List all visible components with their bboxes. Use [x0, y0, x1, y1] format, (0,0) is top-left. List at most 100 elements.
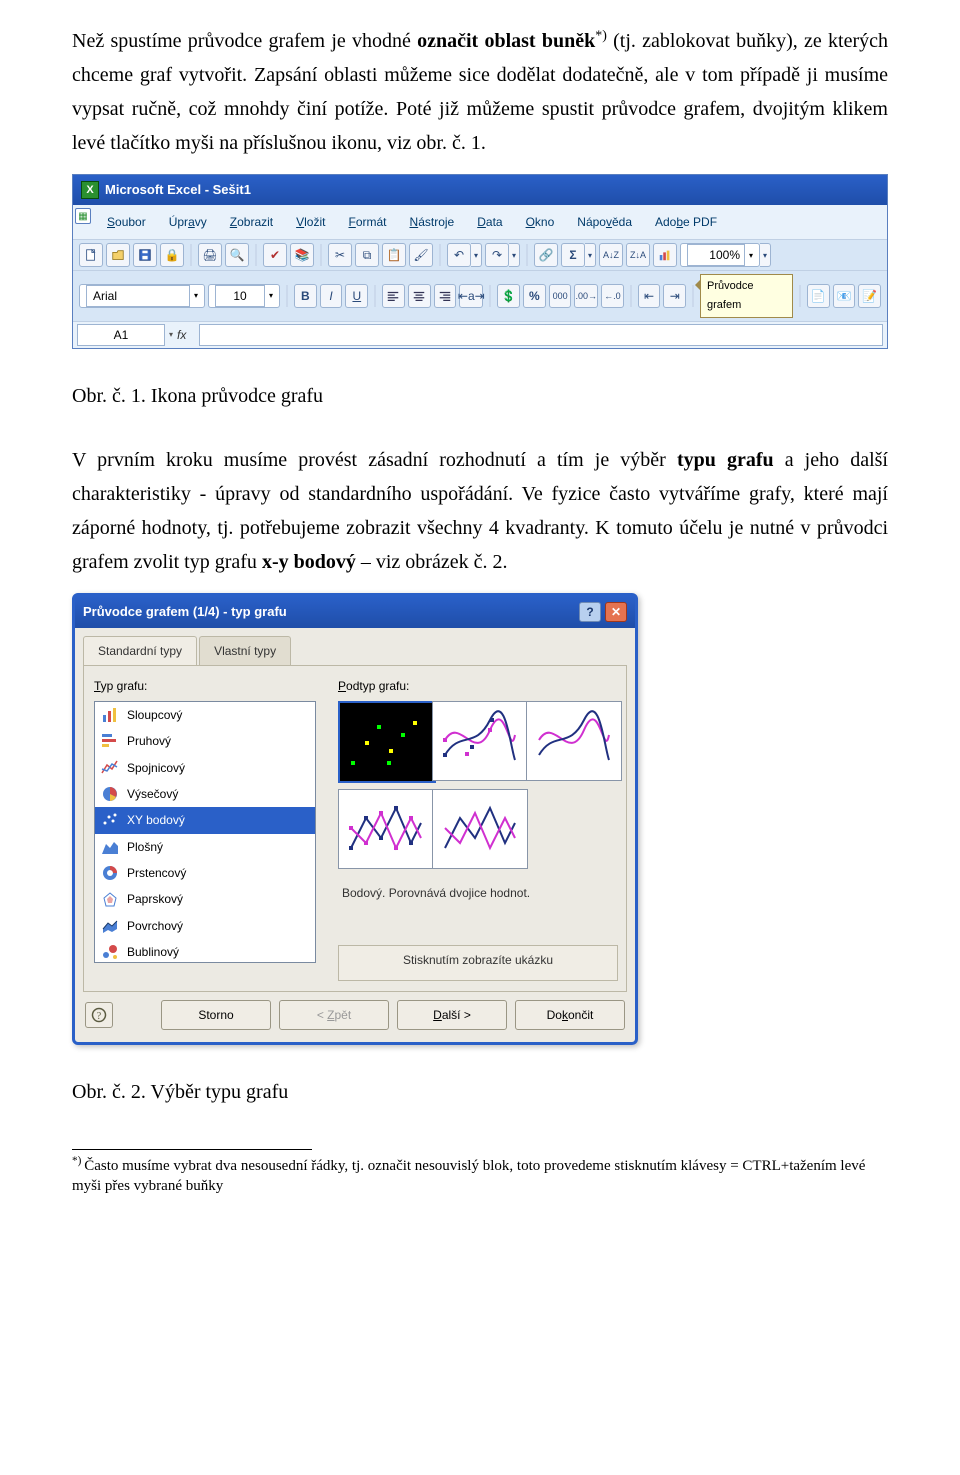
pdf-email-icon[interactable]: 📧 [833, 284, 856, 308]
research-icon[interactable]: 📚 [290, 243, 314, 267]
sort-desc-icon[interactable]: Z↓A [626, 243, 650, 267]
copy-icon[interactable]: ⧉ [355, 243, 379, 267]
type-bublinovy[interactable]: Bublinový [95, 939, 315, 962]
merge-center-icon[interactable]: ⇤a⇥ [459, 284, 483, 308]
sort-asc-icon[interactable]: A↓Z [599, 243, 623, 267]
separator [374, 285, 376, 307]
titlebar-help-button[interactable]: ? [579, 602, 601, 622]
undo-dropdown[interactable]: ▾ [471, 243, 482, 267]
print-icon[interactable]: 🖨 [198, 243, 222, 267]
zoom-value: 100% [687, 244, 745, 266]
type-label: Pruhový [127, 731, 171, 751]
name-box[interactable]: A1 [77, 324, 165, 346]
type-label: Plošný [127, 837, 163, 857]
menu-okno[interactable]: Okno [515, 208, 566, 236]
menu-upravy[interactable]: Úpravy [158, 208, 218, 236]
subtype-scatter-lines[interactable] [432, 789, 528, 869]
help-button[interactable]: ? [85, 1002, 113, 1028]
dialog-title: Průvodce grafem (1/4) - typ grafu [83, 601, 287, 623]
paste-icon[interactable]: 📋 [382, 243, 406, 267]
doughnut-icon [101, 864, 119, 882]
close-button[interactable]: ✕ [605, 602, 627, 622]
cut-icon[interactable]: ✂ [328, 243, 352, 267]
formula-input[interactable] [199, 324, 883, 346]
menu-nastroje[interactable]: Nástroje [399, 208, 466, 236]
next-button[interactable]: Další > [397, 1000, 507, 1030]
menu-vlozit[interactable]: Vložit [285, 208, 336, 236]
spelling-icon[interactable]: ✔ [263, 243, 287, 267]
surface-icon [101, 917, 119, 935]
footnote: *) Často musíme vybrat dva nesousední řá… [72, 1154, 888, 1197]
font-size-box[interactable]: 10▾ [208, 284, 280, 308]
print-preview-icon[interactable]: 🔍 [225, 243, 249, 267]
menu-napoveda[interactable]: Nápověda [566, 208, 643, 236]
type-prstencovy[interactable]: Prstencový [95, 860, 315, 886]
separator [255, 244, 257, 266]
tab-custom-types[interactable]: Vlastní typy [199, 636, 291, 665]
type-spojnicovy[interactable]: Spojnicový [95, 755, 315, 781]
menu-adobe-pdf[interactable]: Adobe PDF [644, 208, 728, 236]
permissions-icon[interactable]: 🔒 [160, 243, 184, 267]
type-label: Prstencový [127, 863, 186, 883]
comma-icon[interactable]: 000 [549, 284, 572, 308]
type-povrchovy[interactable]: Povrchový [95, 913, 315, 939]
font-box[interactable]: Arial▾ [79, 284, 205, 308]
menu-soubor[interactable]: Soubor [96, 208, 157, 236]
finish-button[interactable]: Dokončit [515, 1000, 625, 1030]
align-center-icon[interactable] [408, 284, 431, 308]
control-menu-icon[interactable]: ▦ [75, 208, 91, 224]
bold-icon[interactable]: B [294, 284, 317, 308]
new-icon[interactable] [79, 243, 103, 267]
subtype-scatter-markers[interactable] [338, 701, 436, 783]
save-icon[interactable] [133, 243, 157, 267]
fx-icon[interactable]: fx [177, 325, 195, 345]
pdf-convert-icon[interactable]: 📄 [807, 284, 830, 308]
toolbar-options[interactable]: ▾ [760, 243, 771, 267]
format-painter-icon[interactable]: 🖌 [409, 243, 433, 267]
redo-icon[interactable]: ↷ [485, 243, 509, 267]
type-plosny[interactable]: Plošný [95, 834, 315, 860]
type-sloupcovy[interactable]: Sloupcový [95, 702, 315, 728]
text: Než spustíme průvodce grafem je vhodné [72, 30, 417, 52]
undo-icon[interactable]: ↶ [447, 243, 471, 267]
align-left-icon[interactable] [382, 284, 405, 308]
menu-data[interactable]: Data [466, 208, 513, 236]
bold-text: x-y bodový [262, 551, 356, 573]
decrease-decimal-icon[interactable]: ←.0 [601, 284, 624, 308]
underline-icon[interactable]: U [345, 284, 368, 308]
cancel-button[interactable]: Storno [161, 1000, 271, 1030]
type-paprskovy[interactable]: Paprskový [95, 886, 315, 912]
percent-icon[interactable]: % [523, 284, 546, 308]
type-pruhovy[interactable]: Pruhový [95, 728, 315, 754]
tab-standard-types[interactable]: Standardní typy [83, 636, 197, 665]
preview-button[interactable]: Stisknutím zobrazíte ukázku [338, 945, 618, 981]
type-xy-bodovy[interactable]: XY bodový [95, 807, 315, 833]
type-vysecovy[interactable]: Výsečový [95, 781, 315, 807]
decrease-indent-icon[interactable]: ⇤ [638, 284, 661, 308]
align-right-icon[interactable] [434, 284, 457, 308]
hyperlink-icon[interactable]: 🔗 [534, 243, 558, 267]
subtype-grid [338, 701, 616, 869]
chart-wizard-icon[interactable] [653, 243, 677, 267]
text: V prvním kroku musíme provést zásadní ro… [72, 449, 677, 471]
chart-type-list[interactable]: Sloupcový Pruhový Spojnicový Výsečový XY… [94, 701, 316, 963]
currency-icon[interactable]: 💲 [497, 284, 520, 308]
separator [799, 285, 801, 307]
increase-indent-icon[interactable]: ⇥ [663, 284, 686, 308]
subtype-scatter-smooth[interactable] [526, 701, 622, 781]
autosum-icon[interactable]: Σ [561, 243, 585, 267]
subtype-scatter-smooth-markers[interactable] [432, 701, 528, 781]
zoom-box[interactable]: 100%▾ [680, 243, 760, 267]
subtype-scatter-lines-markers[interactable] [338, 789, 434, 869]
increase-decimal-icon[interactable]: .00→ [574, 284, 598, 308]
pdf-review-icon[interactable]: 📝 [858, 284, 881, 308]
italic-icon[interactable]: I [320, 284, 343, 308]
menu-format[interactable]: Formát [337, 208, 397, 236]
menu-zobrazit[interactable]: Zobrazit [219, 208, 284, 236]
redo-dropdown[interactable]: ▾ [509, 243, 520, 267]
excel-window: Microsoft Excel - Sešit1 ▦ Soubor Úpravy… [72, 174, 888, 349]
autosum-dropdown[interactable]: ▾ [585, 243, 596, 267]
subtype-label: Podtyp grafu: [338, 676, 616, 696]
bold-text: označit oblast buněk [417, 30, 595, 52]
open-icon[interactable] [106, 243, 130, 267]
